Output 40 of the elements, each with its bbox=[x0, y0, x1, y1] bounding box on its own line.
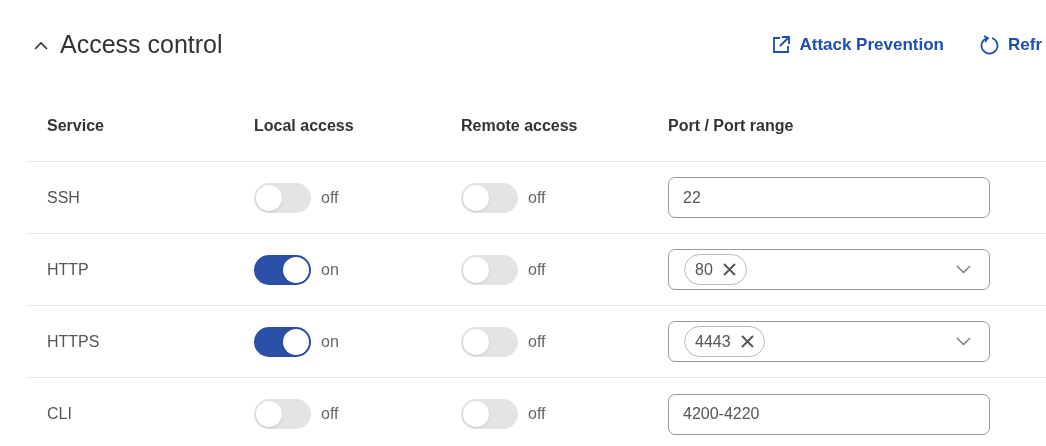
column-header: Port / Port range bbox=[668, 115, 795, 136]
column-header: Remote access bbox=[461, 115, 579, 136]
toggle-switch[interactable] bbox=[254, 254, 311, 285]
port-input[interactable]: 22 bbox=[668, 177, 990, 218]
service-name: HTTP bbox=[47, 259, 90, 280]
toggle-switch[interactable] bbox=[254, 326, 311, 357]
service-name: CLI bbox=[47, 404, 73, 424]
column-header: Local access bbox=[254, 115, 355, 136]
toggle-label: off bbox=[321, 404, 339, 424]
service-name: SSH bbox=[47, 187, 81, 208]
port-select[interactable]: 80 bbox=[668, 249, 990, 290]
tag-label: 4443 bbox=[695, 331, 731, 352]
remove-icon[interactable] bbox=[740, 335, 754, 348]
toggle-label: on bbox=[321, 331, 339, 352]
toggle-switch[interactable] bbox=[461, 254, 518, 285]
port-select[interactable]: 4443 bbox=[668, 321, 990, 362]
tag-label: 80 bbox=[695, 259, 713, 280]
service-name: HTTPS bbox=[47, 331, 101, 352]
chevron-down-icon bbox=[956, 265, 971, 274]
external-link-icon bbox=[771, 35, 792, 55]
link-button[interactable]: Attack Prevention bbox=[771, 32, 944, 58]
column-header: Service bbox=[47, 115, 105, 136]
toggle-label: on bbox=[321, 259, 339, 280]
toggle-switch[interactable] bbox=[254, 182, 311, 213]
toggle-switch[interactable] bbox=[461, 326, 518, 357]
toggle-label: off bbox=[321, 187, 339, 208]
refresh-icon bbox=[980, 34, 1000, 56]
toggle-label: off bbox=[528, 404, 546, 424]
toggle-label: off bbox=[528, 259, 546, 280]
toggle-label: off bbox=[528, 331, 546, 352]
toggle-label: off bbox=[528, 187, 546, 208]
toggle-switch[interactable] bbox=[461, 399, 518, 429]
chevron-down-icon bbox=[956, 337, 971, 346]
refresh-button[interactable]: Refr bbox=[980, 32, 1042, 58]
remove-icon[interactable] bbox=[722, 263, 736, 276]
toggle-switch[interactable] bbox=[254, 399, 311, 429]
chevron-up-icon bbox=[34, 40, 48, 50]
port-input[interactable]: 4200-4220 bbox=[668, 393, 990, 435]
toggle-switch[interactable] bbox=[461, 182, 518, 213]
section-title: Access control bbox=[60, 29, 223, 61]
